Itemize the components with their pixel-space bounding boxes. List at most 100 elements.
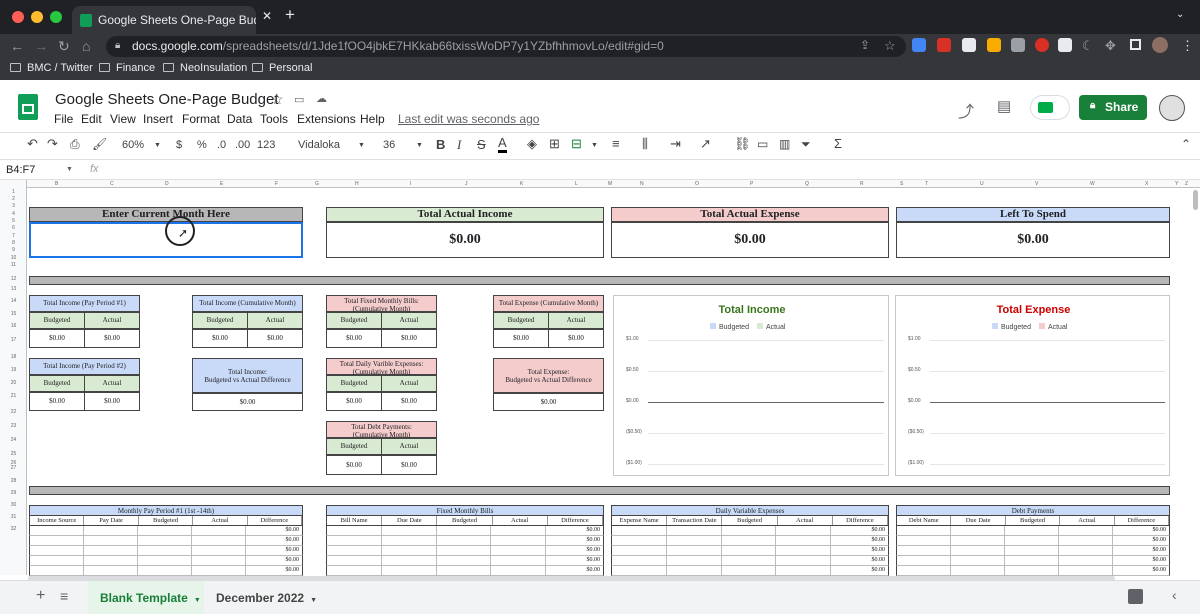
table-cell[interactable]	[138, 546, 192, 555]
table-cell[interactable]	[667, 536, 722, 545]
forward-icon[interactable]: →	[34, 38, 48, 54]
table-cell[interactable]	[1059, 546, 1113, 555]
table-row[interactable]: $0.00	[29, 536, 303, 546]
table-cell[interactable]	[951, 536, 1005, 545]
table-cell[interactable]	[382, 556, 437, 565]
column-letter[interactable]: G	[315, 181, 319, 187]
table-row[interactable]: $0.00	[29, 546, 303, 556]
table-cell[interactable]	[897, 526, 951, 535]
row-number[interactable]: 25	[0, 451, 27, 457]
table-cell[interactable]	[84, 526, 138, 535]
table-cell[interactable]	[776, 556, 832, 565]
table-cell[interactable]	[722, 526, 777, 535]
income-chart[interactable]: Total Income Budgeted Actual $1.00 $0.50 $…	[613, 295, 889, 476]
row-number[interactable]: 24	[0, 437, 27, 443]
difference-cell[interactable]: $0.00	[246, 566, 302, 575]
back-icon[interactable]: ←	[10, 38, 24, 54]
decrease-decimal-button[interactable]: .0	[217, 139, 226, 151]
difference-cell[interactable]: $0.00	[1113, 526, 1169, 535]
column-letter[interactable]: K	[520, 181, 523, 187]
fill-color-icon[interactable]: ◈	[527, 136, 537, 152]
income-pp1-budgeted-value[interactable]: $0.00	[29, 329, 85, 348]
table-cell[interactable]	[1059, 536, 1113, 545]
table-cell[interactable]	[1005, 566, 1059, 575]
table-cell[interactable]	[612, 556, 667, 565]
table-cell[interactable]	[30, 566, 84, 575]
undo-icon[interactable]: ↶	[27, 136, 38, 152]
difference-cell[interactable]: $0.00	[246, 526, 302, 535]
side-panel-icon[interactable]	[1130, 39, 1141, 50]
row-number[interactable]: 32	[0, 526, 27, 532]
insert-chart-icon[interactable]: ▥	[779, 137, 790, 151]
table-cell[interactable]	[1005, 536, 1059, 545]
difference-cell[interactable]: $0.00	[831, 566, 888, 575]
row-number[interactable]: 19	[0, 367, 27, 373]
column-letter[interactable]: E	[220, 181, 223, 187]
table-row[interactable]: $0.00	[611, 566, 889, 576]
comments-icon[interactable]: ▤	[997, 97, 1011, 115]
currency-format-button[interactable]: $	[176, 139, 182, 151]
income-pp1-actual-value[interactable]: $0.00	[84, 329, 140, 348]
table-row[interactable]: $0.00	[326, 566, 604, 576]
profile-avatar[interactable]	[1152, 37, 1168, 53]
add-sheet-icon[interactable]: +	[36, 587, 45, 605]
more-formats-button[interactable]: 123	[257, 139, 275, 151]
difference-cell[interactable]: $0.00	[546, 546, 603, 555]
share-button[interactable]: 🔒︎ Share	[1079, 95, 1147, 120]
chevron-down-icon[interactable]: ▼	[358, 142, 365, 149]
table-cell[interactable]	[667, 546, 722, 555]
tab-search-icon[interactable]: ⌄	[1176, 9, 1184, 20]
difference-cell[interactable]: $0.00	[831, 536, 888, 545]
row-number[interactable]: 31	[0, 514, 27, 520]
income-pp2-actual-value[interactable]: $0.00	[84, 392, 140, 411]
functions-icon[interactable]: Σ	[834, 136, 842, 151]
sheets-logo-icon[interactable]	[18, 94, 38, 120]
table-cell[interactable]	[84, 546, 138, 555]
pdf-extension-icon[interactable]	[1035, 38, 1049, 52]
merge-cells-icon[interactable]: ⊟	[571, 136, 582, 152]
table-cell[interactable]	[84, 536, 138, 545]
row-number[interactable]: 21	[0, 393, 27, 399]
vertical-scrollbar[interactable]	[1193, 190, 1198, 210]
fixed-bills-budgeted-value[interactable]: $0.00	[326, 329, 382, 348]
table-cell[interactable]	[192, 556, 246, 565]
table-cell[interactable]	[776, 546, 832, 555]
difference-cell[interactable]: $0.00	[246, 556, 302, 565]
document-title[interactable]: Google Sheets One-Page Budget	[55, 91, 279, 108]
star-icon[interactable]: ☆	[271, 91, 284, 108]
percent-format-button[interactable]: %	[197, 139, 207, 151]
browser-tab[interactable]: Google Sheets One-Page Budg	[72, 6, 256, 34]
table-row[interactable]: $0.00	[896, 536, 1170, 546]
table-cell[interactable]	[951, 566, 1005, 575]
table-cell[interactable]	[30, 526, 84, 535]
column-letter[interactable]: Y	[1175, 181, 1178, 187]
bookmark-bmc-twitter[interactable]: BMC / Twitter	[10, 62, 93, 74]
font-select[interactable]: Vidaloka	[298, 139, 340, 151]
extension-badge-icon[interactable]	[937, 38, 951, 52]
table-cell[interactable]	[437, 536, 492, 545]
row-number[interactable]: 12	[0, 276, 27, 282]
insert-link-icon[interactable]: ⛓︎	[734, 136, 751, 152]
difference-cell[interactable]: $0.00	[1113, 536, 1169, 545]
difference-cell[interactable]: $0.00	[546, 526, 603, 535]
menu-format[interactable]: Format	[182, 112, 220, 126]
row-number[interactable]: 1	[0, 189, 27, 195]
dark-mode-icon[interactable]: ☾	[1082, 38, 1094, 54]
row-number[interactable]: 17	[0, 337, 27, 343]
italic-icon[interactable]: I	[457, 137, 461, 153]
menu-data[interactable]: Data	[227, 112, 252, 126]
row-number[interactable]: 13	[0, 286, 27, 292]
row-number[interactable]: 14	[0, 298, 27, 304]
difference-cell[interactable]: $0.00	[1113, 546, 1169, 555]
expense-cum-actual-value[interactable]: $0.00	[548, 329, 604, 348]
debt-pay-budgeted-value[interactable]: $0.00	[326, 455, 382, 475]
table-cell[interactable]	[1059, 526, 1113, 535]
all-sheets-icon[interactable]: ≡	[60, 588, 68, 604]
r-extension-icon[interactable]	[1011, 38, 1025, 52]
table-cell[interactable]	[138, 526, 192, 535]
column-letter[interactable]: R	[860, 181, 864, 187]
table-row[interactable]: $0.00	[326, 546, 604, 556]
table-row[interactable]: $0.00	[29, 566, 303, 576]
column-letter[interactable]: T	[925, 181, 928, 187]
explore-icon[interactable]	[1128, 589, 1143, 604]
